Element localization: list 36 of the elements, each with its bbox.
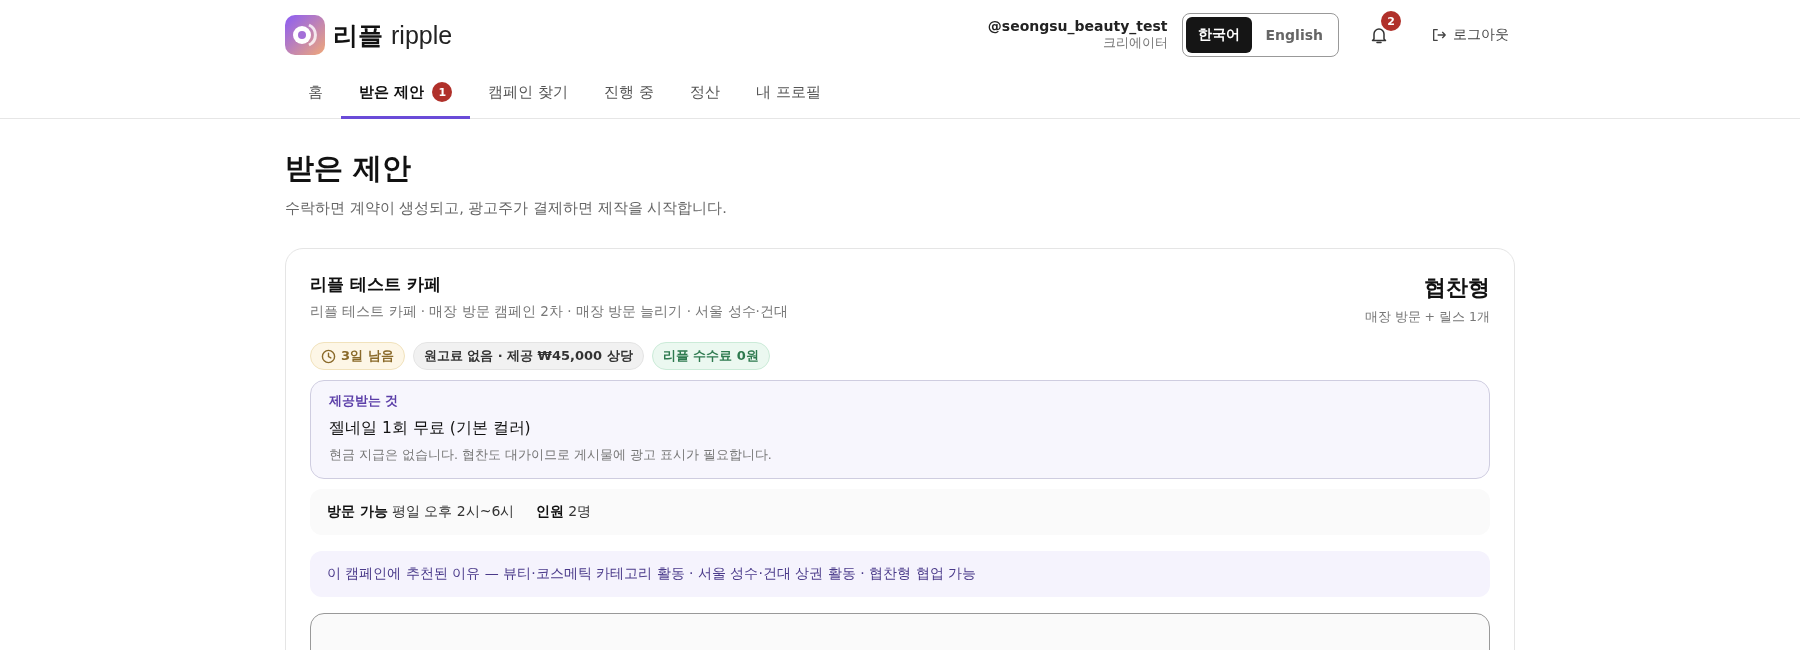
detail-value: 평일 오후 2시~6시 [391,503,515,519]
logo-wordmark: 리플 [333,19,383,52]
tab-count-badge: 1 [432,82,453,102]
nav-tab[interactable]: 진행 중 [586,70,672,119]
nav-tab[interactable]: 받은 제안 1 [341,70,471,119]
language-button[interactable]: English [1253,17,1335,53]
ripple-logo-icon [285,15,325,55]
provided-note: 현금 지급은 없습니다. 협찬도 대가이므로 게시물에 광고 표시가 필요합니다. [329,447,773,464]
provided-heading: 제공받는 것 [329,393,400,410]
page-title: 받은 제안 [285,150,413,187]
brand-name: 리플 테스트 카페 [310,273,442,296]
notification-count-badge: 2 [1381,11,1401,31]
recommendation-reason: 이 캠페인에 추천된 이유 — 뷰티·코스메틱 카테고리 활동 · 서울 성수·건대 상권 활동 · 협찬형 협업 가능 [310,551,1490,597]
clock-icon [321,348,336,364]
offer-tag: 리플 수수료 0원 [651,342,770,370]
detail-label: 방문 가능 [327,503,388,519]
detail-value: 2명 [568,503,592,519]
deliverables-text: 매장 방문 + 릴스 1개 [1364,309,1490,326]
offer-tag: 3일 남음 [310,342,405,370]
notification-bell-icon[interactable] [1369,25,1389,45]
logout-button[interactable]: 로그아웃 [1425,25,1515,45]
nav-tab[interactable]: 홈 [290,70,341,119]
user-role: 크리에이터 [1102,35,1168,52]
nav-tab[interactable]: 내 프로필 [737,70,839,119]
page-subtitle: 수락하면 계약이 생성되고, 광고주가 결제하면 제작을 시작합니다. [285,199,728,218]
detail-label: 인원 [536,503,565,519]
nav-tab[interactable]: 정산 [671,70,738,119]
offer-tag: 원고료 없음 · 제공 ₩45,000 상당 [412,342,644,370]
user-handle: @seongsu_beauty_test [987,18,1168,34]
logo-wordmark-latin: ripple [391,20,453,50]
nav-tab[interactable]: 캠페인 찾기 [470,70,586,119]
collaboration-type: 협찬형 [1423,274,1490,302]
logout-icon [1431,27,1447,43]
language-button[interactable]: 한국어 [1185,17,1252,53]
provided-item: 젤네일 1회 무료 (기본 컬러) [329,418,532,439]
campaign-meta: 리플 테스트 카페 · 매장 방문 캠페인 2차 · 매장 방문 늘리기 · 서울 성수·건대 [310,303,788,321]
